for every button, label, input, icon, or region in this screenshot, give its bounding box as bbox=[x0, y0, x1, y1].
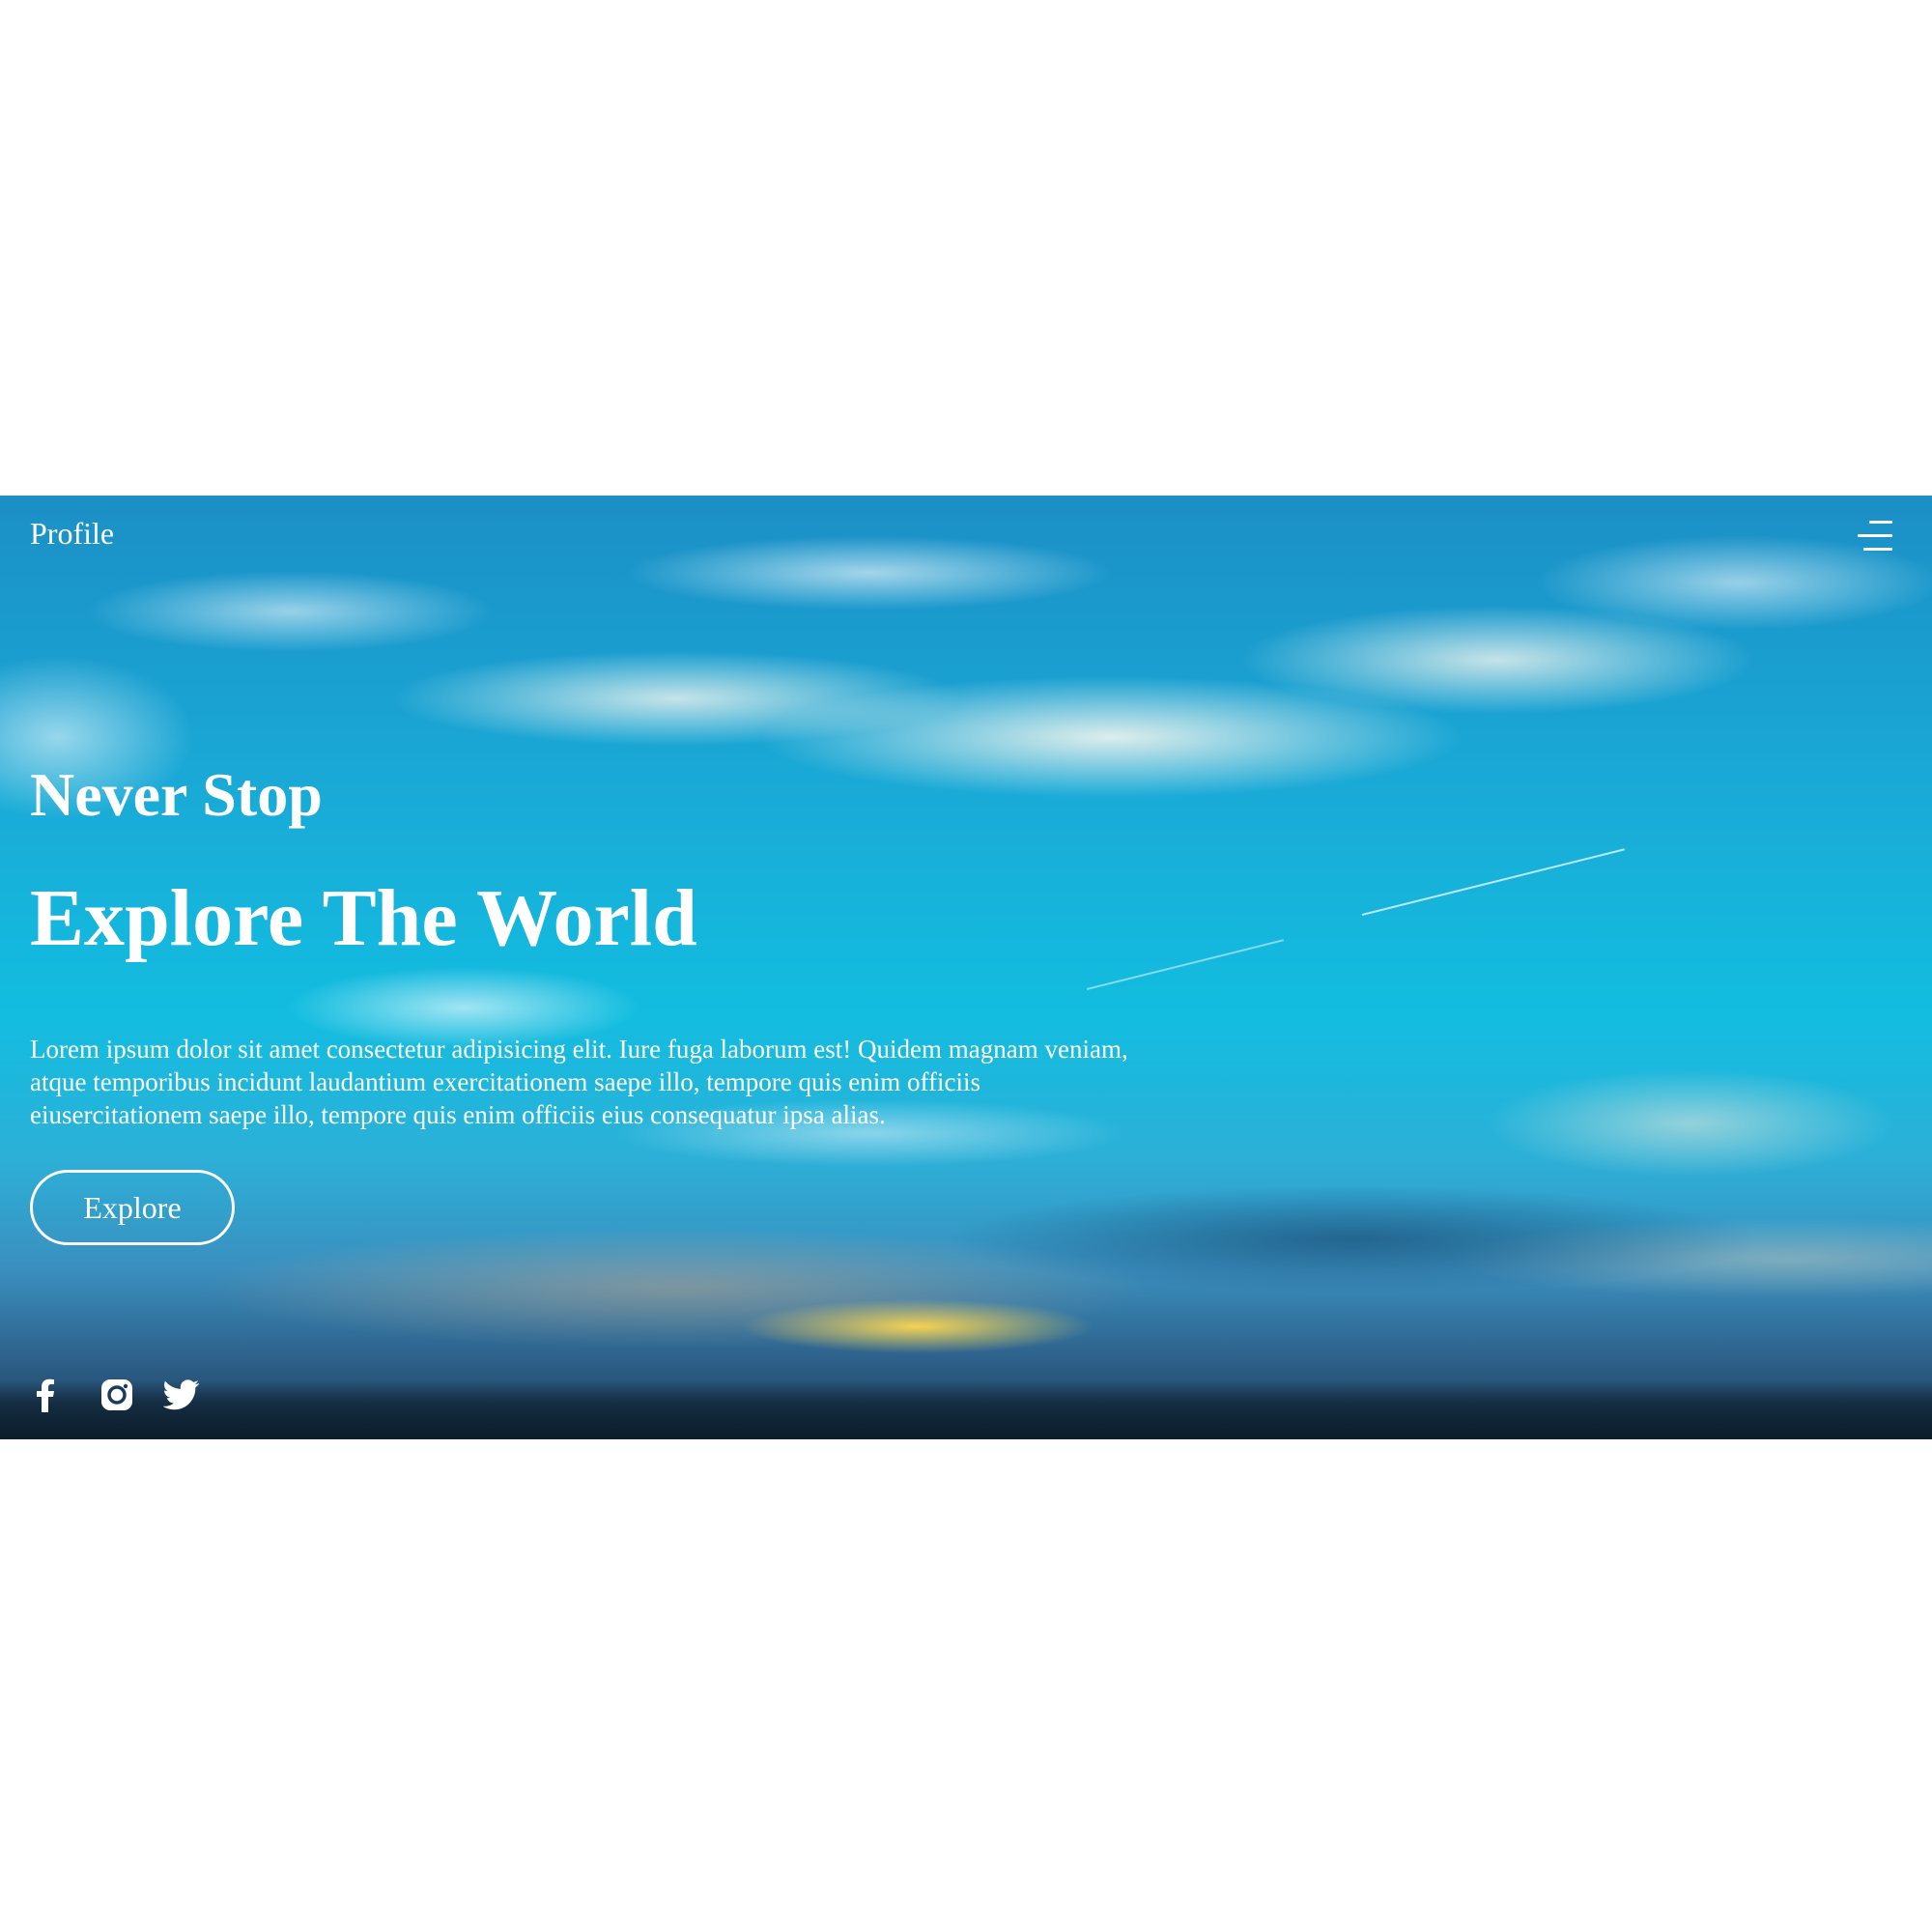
menu-line bbox=[1869, 521, 1892, 524]
twitter-icon[interactable] bbox=[163, 1377, 227, 1413]
hero-title: Explore The World bbox=[30, 873, 697, 963]
instagram-icon[interactable] bbox=[99, 1377, 163, 1413]
hero-subtitle: Never Stop bbox=[30, 760, 323, 829]
facebook-icon[interactable] bbox=[36, 1377, 99, 1413]
hamburger-menu-icon[interactable] bbox=[1858, 517, 1892, 555]
menu-line bbox=[1858, 534, 1892, 537]
treeline bbox=[0, 1381, 1932, 1439]
menu-line bbox=[1863, 548, 1892, 551]
brand-logo[interactable]: Profile bbox=[30, 515, 114, 552]
sunset-glow bbox=[0, 496, 1932, 1439]
page: Profile Never Stop Explore The World Lor… bbox=[0, 0, 1932, 1932]
hero-description: Lorem ipsum dolor sit amet consectetur a… bbox=[30, 1035, 1128, 1129]
hero-banner: Profile Never Stop Explore The World Lor… bbox=[0, 496, 1932, 1439]
social-links bbox=[36, 1377, 227, 1413]
explore-button[interactable]: Explore bbox=[30, 1170, 235, 1245]
